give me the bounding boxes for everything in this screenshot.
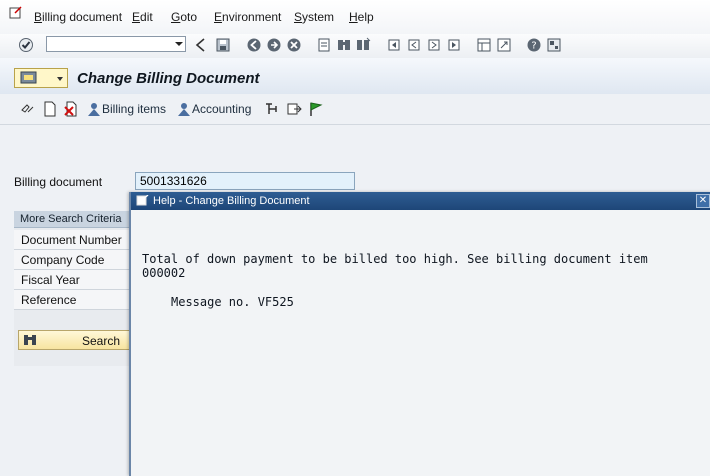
menu-billing-document[interactable]: Billing document xyxy=(34,10,122,24)
cancel-icon[interactable] xyxy=(286,37,302,53)
menu-help[interactable]: Help xyxy=(349,10,374,24)
page-title: Change Billing Document xyxy=(77,70,260,87)
find-icon[interactable] xyxy=(336,37,352,53)
sap-window-icon xyxy=(136,195,149,206)
help-dialog-titlebar[interactable]: Help - Change Billing Document ✕ xyxy=(131,192,710,210)
message-text: Total of down payment to be billed too h… xyxy=(142,252,648,266)
menu-edit[interactable]: Edit xyxy=(132,10,153,24)
criteria-document-number[interactable]: Document Number xyxy=(14,230,134,250)
save-icon[interactable] xyxy=(215,37,231,53)
output-icon[interactable] xyxy=(286,101,302,117)
help-icon[interactable]: ? xyxy=(526,37,542,53)
close-icon[interactable]: ✕ xyxy=(696,194,710,208)
message-number: Message no. VF525 xyxy=(171,295,294,309)
find-next-icon[interactable] xyxy=(355,37,371,53)
next-page-icon[interactable] xyxy=(426,37,442,53)
chevron-down-icon xyxy=(57,77,63,81)
menu-environment[interactable]: Environment xyxy=(214,10,281,24)
release-flag-icon[interactable] xyxy=(308,101,324,117)
transaction-icon xyxy=(20,71,37,84)
display-change-icon[interactable] xyxy=(20,101,36,117)
print-icon[interactable] xyxy=(316,37,332,53)
new-document-icon[interactable] xyxy=(42,101,58,117)
search-button-label: Search xyxy=(81,334,120,348)
application-toolbar: Billing items Accounting xyxy=(0,94,710,125)
title-menu-button[interactable] xyxy=(14,68,68,88)
title-bar: Change Billing Document xyxy=(0,58,710,95)
menu-bar: Billing document Edit Goto Environment S… xyxy=(0,0,710,34)
cancel-billing-icon[interactable] xyxy=(63,101,79,117)
help-dialog: Help - Change Billing Document ✕ Total o… xyxy=(129,192,710,476)
enter-check-icon[interactable] xyxy=(18,37,34,53)
menu-goto[interactable]: Goto xyxy=(171,10,197,24)
back-icon[interactable] xyxy=(246,37,262,53)
last-page-icon[interactable] xyxy=(446,37,462,53)
accounting-icon[interactable] xyxy=(176,101,192,117)
chevron-down-icon[interactable] xyxy=(174,39,184,49)
search-criteria-header[interactable]: More Search Criteria xyxy=(14,211,134,228)
search-button[interactable]: Search xyxy=(18,330,131,350)
system-toolbar: ? xyxy=(0,34,710,59)
billing-document-label: Billing document xyxy=(14,175,103,189)
search-criteria-panel: More Search Criteria Document Number Com… xyxy=(14,211,134,366)
document-flow-icon[interactable] xyxy=(264,101,280,117)
help-dialog-title: Help - Change Billing Document xyxy=(153,195,310,207)
billing-items-icon[interactable] xyxy=(86,101,102,117)
svg-text:?: ? xyxy=(531,41,536,52)
billing-items-button[interactable]: Billing items xyxy=(102,102,166,116)
layout-menu-icon[interactable] xyxy=(546,37,562,53)
command-field[interactable] xyxy=(46,36,186,52)
message-text-continued: 000002 xyxy=(142,266,186,280)
shortcut-icon[interactable] xyxy=(496,37,512,53)
criteria-fiscal-year[interactable]: Fiscal Year xyxy=(14,270,134,290)
menu-system[interactable]: System xyxy=(294,10,334,24)
exit-icon[interactable] xyxy=(266,37,282,53)
chevron-left-icon[interactable] xyxy=(193,37,209,53)
first-page-icon[interactable] xyxy=(386,37,402,53)
sap-menu-icon[interactable] xyxy=(9,6,23,20)
new-session-icon[interactable] xyxy=(476,37,492,53)
criteria-reference[interactable]: Reference xyxy=(14,290,134,310)
criteria-company-code[interactable]: Company Code xyxy=(14,250,134,270)
binoculars-icon xyxy=(24,335,36,345)
billing-document-input[interactable]: 5001331626 xyxy=(135,172,355,190)
accounting-button[interactable]: Accounting xyxy=(192,102,251,116)
previous-page-icon[interactable] xyxy=(406,37,422,53)
